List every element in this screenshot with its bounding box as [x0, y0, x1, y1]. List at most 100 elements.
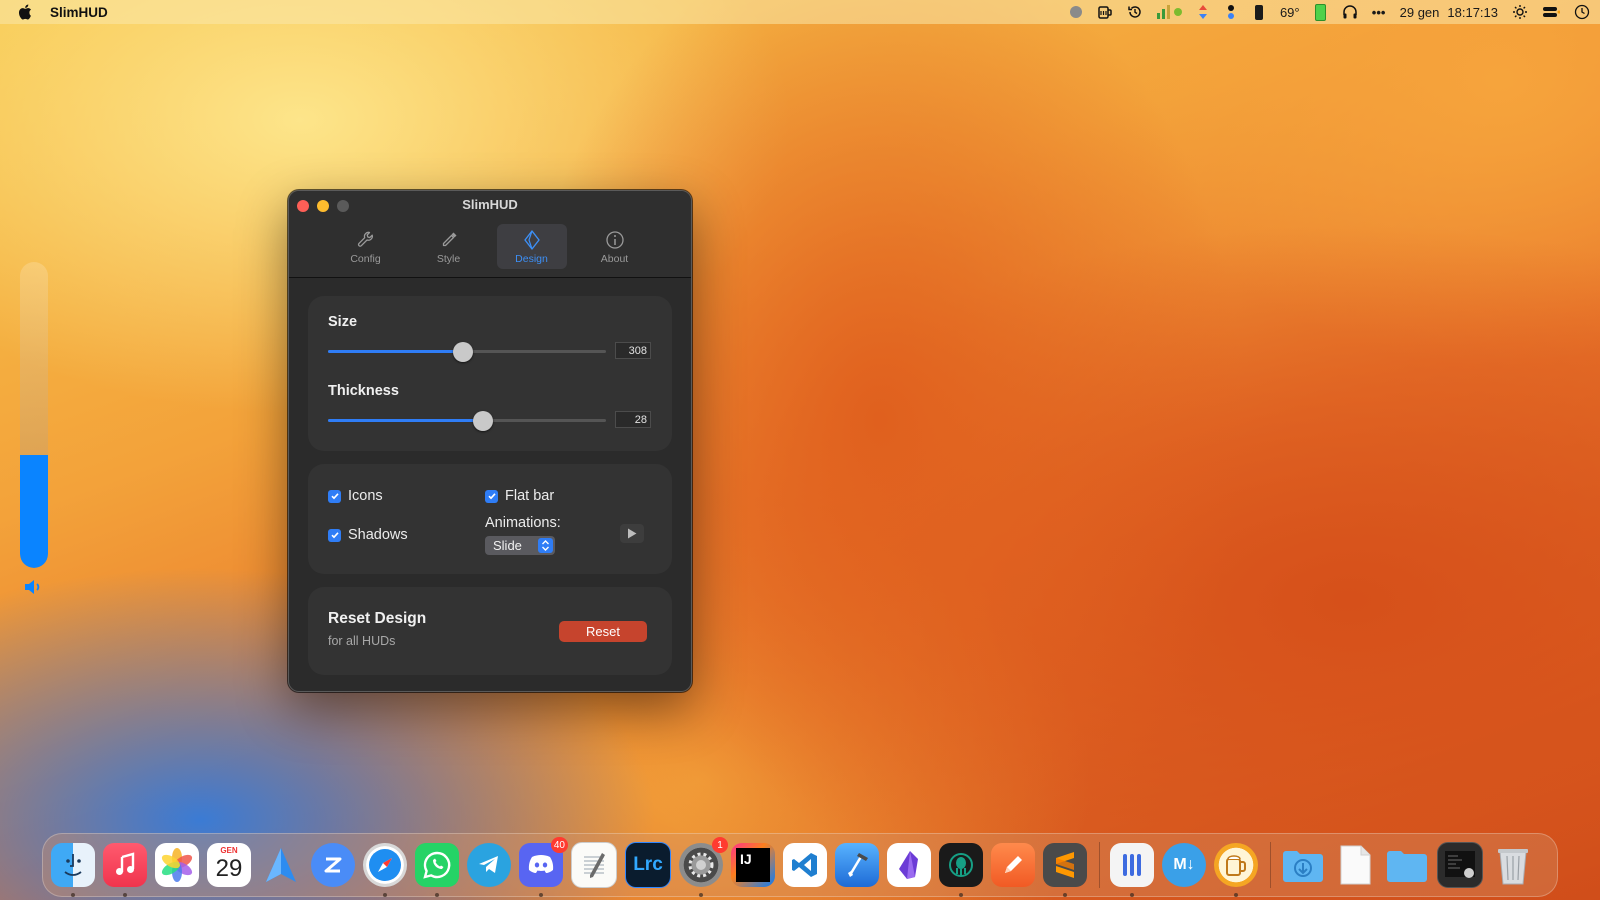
size-label: Size: [328, 314, 358, 330]
running-indicator: [1063, 893, 1067, 897]
reset-button[interactable]: Reset: [559, 621, 647, 642]
animations-label: Animations:: [485, 515, 561, 531]
play-icon: [628, 528, 637, 539]
discord-icon[interactable]: 40: [519, 837, 568, 897]
thickness-value-field[interactable]: 28: [615, 411, 651, 428]
shadows-checkbox[interactable]: Shadows: [328, 527, 408, 543]
size-slider[interactable]: [328, 342, 606, 362]
cpu-meter-icon[interactable]: [1156, 4, 1182, 20]
tab-config[interactable]: Config: [331, 224, 401, 269]
brightness-icon[interactable]: [1512, 4, 1528, 20]
intellij-icon[interactable]: IJ: [731, 843, 775, 887]
intellij-label: IJ: [736, 848, 770, 882]
music-icon[interactable]: [103, 843, 147, 897]
thickness-slider-knob[interactable]: [472, 411, 493, 431]
phone-battery-icon[interactable]: [1252, 4, 1266, 20]
tab-design-label: Design: [515, 253, 548, 265]
chevron-updown-icon: [538, 538, 553, 553]
status-area: 69° ••• 29 gen 18:17:13: [1069, 0, 1590, 24]
finder-icon[interactable]: [51, 843, 95, 897]
direct-mail-icon[interactable]: [259, 843, 303, 887]
menu-bar: SlimHUD 69° ••• 29 gen 18:17:13: [0, 0, 1600, 24]
running-indicator: [699, 893, 703, 897]
volume-hud-fill: [20, 454, 48, 568]
preview-play-button[interactable]: [620, 524, 644, 543]
beer-menu-icon[interactable]: [1097, 4, 1113, 20]
gitkraken-icon[interactable]: [939, 843, 983, 897]
animation-popup[interactable]: Slide: [485, 536, 555, 555]
battery-icon[interactable]: [1314, 3, 1328, 21]
thickness-label: Thickness: [328, 383, 399, 399]
size-value-field[interactable]: 308: [615, 342, 651, 359]
homebrew-app-icon[interactable]: [1214, 843, 1258, 897]
temperature-text[interactable]: 69°: [1280, 4, 1300, 20]
vscode-icon[interactable]: [783, 843, 827, 887]
sublime-text-icon[interactable]: [1043, 843, 1087, 897]
slimhud-window: SlimHUD Config Style Design About Size 3…: [288, 190, 692, 692]
folder-icon[interactable]: [1385, 843, 1429, 887]
flat-bar-checkbox[interactable]: Flat bar: [485, 488, 554, 504]
time-machine-icon[interactable]: [1127, 4, 1143, 20]
lightroom-icon[interactable]: Lrc: [625, 842, 671, 888]
control-center-icon[interactable]: [1542, 4, 1560, 20]
photos-icon[interactable]: [155, 843, 199, 887]
whatsapp-icon[interactable]: [415, 843, 459, 897]
tab-style-label: Style: [436, 253, 461, 265]
network-arrows-icon[interactable]: [1196, 4, 1210, 20]
tab-about-label: About: [600, 253, 629, 265]
clock-extra-icon[interactable]: [1574, 4, 1590, 20]
screenshot-stack-icon[interactable]: [1437, 842, 1483, 888]
wrench-icon: [357, 231, 373, 247]
safari-icon[interactable]: [363, 843, 407, 897]
options-card: Icons Shadows Flat bar Animations: Slide: [308, 464, 672, 574]
size-thickness-card: Size 308 Thickness 28: [308, 296, 672, 451]
running-indicator: [959, 893, 963, 897]
running-indicator: [123, 893, 127, 897]
info-icon: [605, 231, 624, 249]
obsidian-icon[interactable]: [887, 843, 931, 887]
icons-checkbox[interactable]: Icons: [328, 488, 383, 504]
dots-indicator-icon[interactable]: [1224, 4, 1238, 20]
icons-label: Icons: [348, 488, 383, 504]
menu-date[interactable]: 29 gen: [1400, 4, 1440, 20]
headphones-icon[interactable]: [1342, 4, 1358, 20]
checkmark-icon: [328, 489, 341, 503]
discord-badge: 40: [550, 837, 568, 853]
calendar-month: GEN: [220, 846, 238, 855]
running-indicator: [383, 893, 387, 897]
document-icon[interactable]: [1333, 843, 1377, 887]
menu-time[interactable]: 18:17:13: [1447, 4, 1498, 20]
running-indicator: [71, 893, 75, 897]
calendar-day: 29: [215, 855, 243, 882]
markdown-app-icon[interactable]: M↓: [1162, 843, 1206, 887]
tab-design[interactable]: Design: [496, 224, 567, 269]
trash-icon[interactable]: [1491, 843, 1535, 887]
bartender-icon[interactable]: [1110, 843, 1154, 897]
reset-subtitle: for all HUDs: [328, 634, 396, 648]
thickness-slider[interactable]: [328, 411, 606, 431]
tab-config-label: Config: [350, 253, 381, 265]
downloads-folder-icon[interactable]: [1281, 843, 1325, 887]
size-slider-knob[interactable]: [452, 342, 473, 362]
textedit-icon[interactable]: [571, 842, 617, 888]
zoom-app-icon[interactable]: [311, 843, 355, 887]
size-slider-fill: [328, 350, 463, 353]
running-indicator: [435, 893, 439, 897]
record-indicator-icon[interactable]: [1069, 4, 1083, 20]
pencil-app-icon[interactable]: [991, 843, 1035, 887]
tab-about[interactable]: About: [580, 224, 650, 269]
apple-menu-icon[interactable]: [18, 4, 32, 20]
xcode-icon[interactable]: [835, 843, 879, 887]
more-menu-icon[interactable]: •••: [1372, 4, 1386, 20]
animation-popup-value: Slide: [493, 538, 522, 553]
system-settings-icon[interactable]: 1: [679, 837, 728, 897]
speaker-icon: [23, 578, 45, 596]
tab-style[interactable]: Style: [414, 224, 484, 269]
window-title: SlimHUD: [462, 197, 518, 212]
dock-separator: [1270, 842, 1271, 888]
menu-app-name[interactable]: SlimHUD: [50, 5, 108, 20]
telegram-icon[interactable]: [467, 843, 511, 887]
running-indicator: [539, 893, 543, 897]
calendar-icon[interactable]: GEN 29: [207, 843, 251, 887]
reset-title: Reset Design: [328, 610, 427, 627]
